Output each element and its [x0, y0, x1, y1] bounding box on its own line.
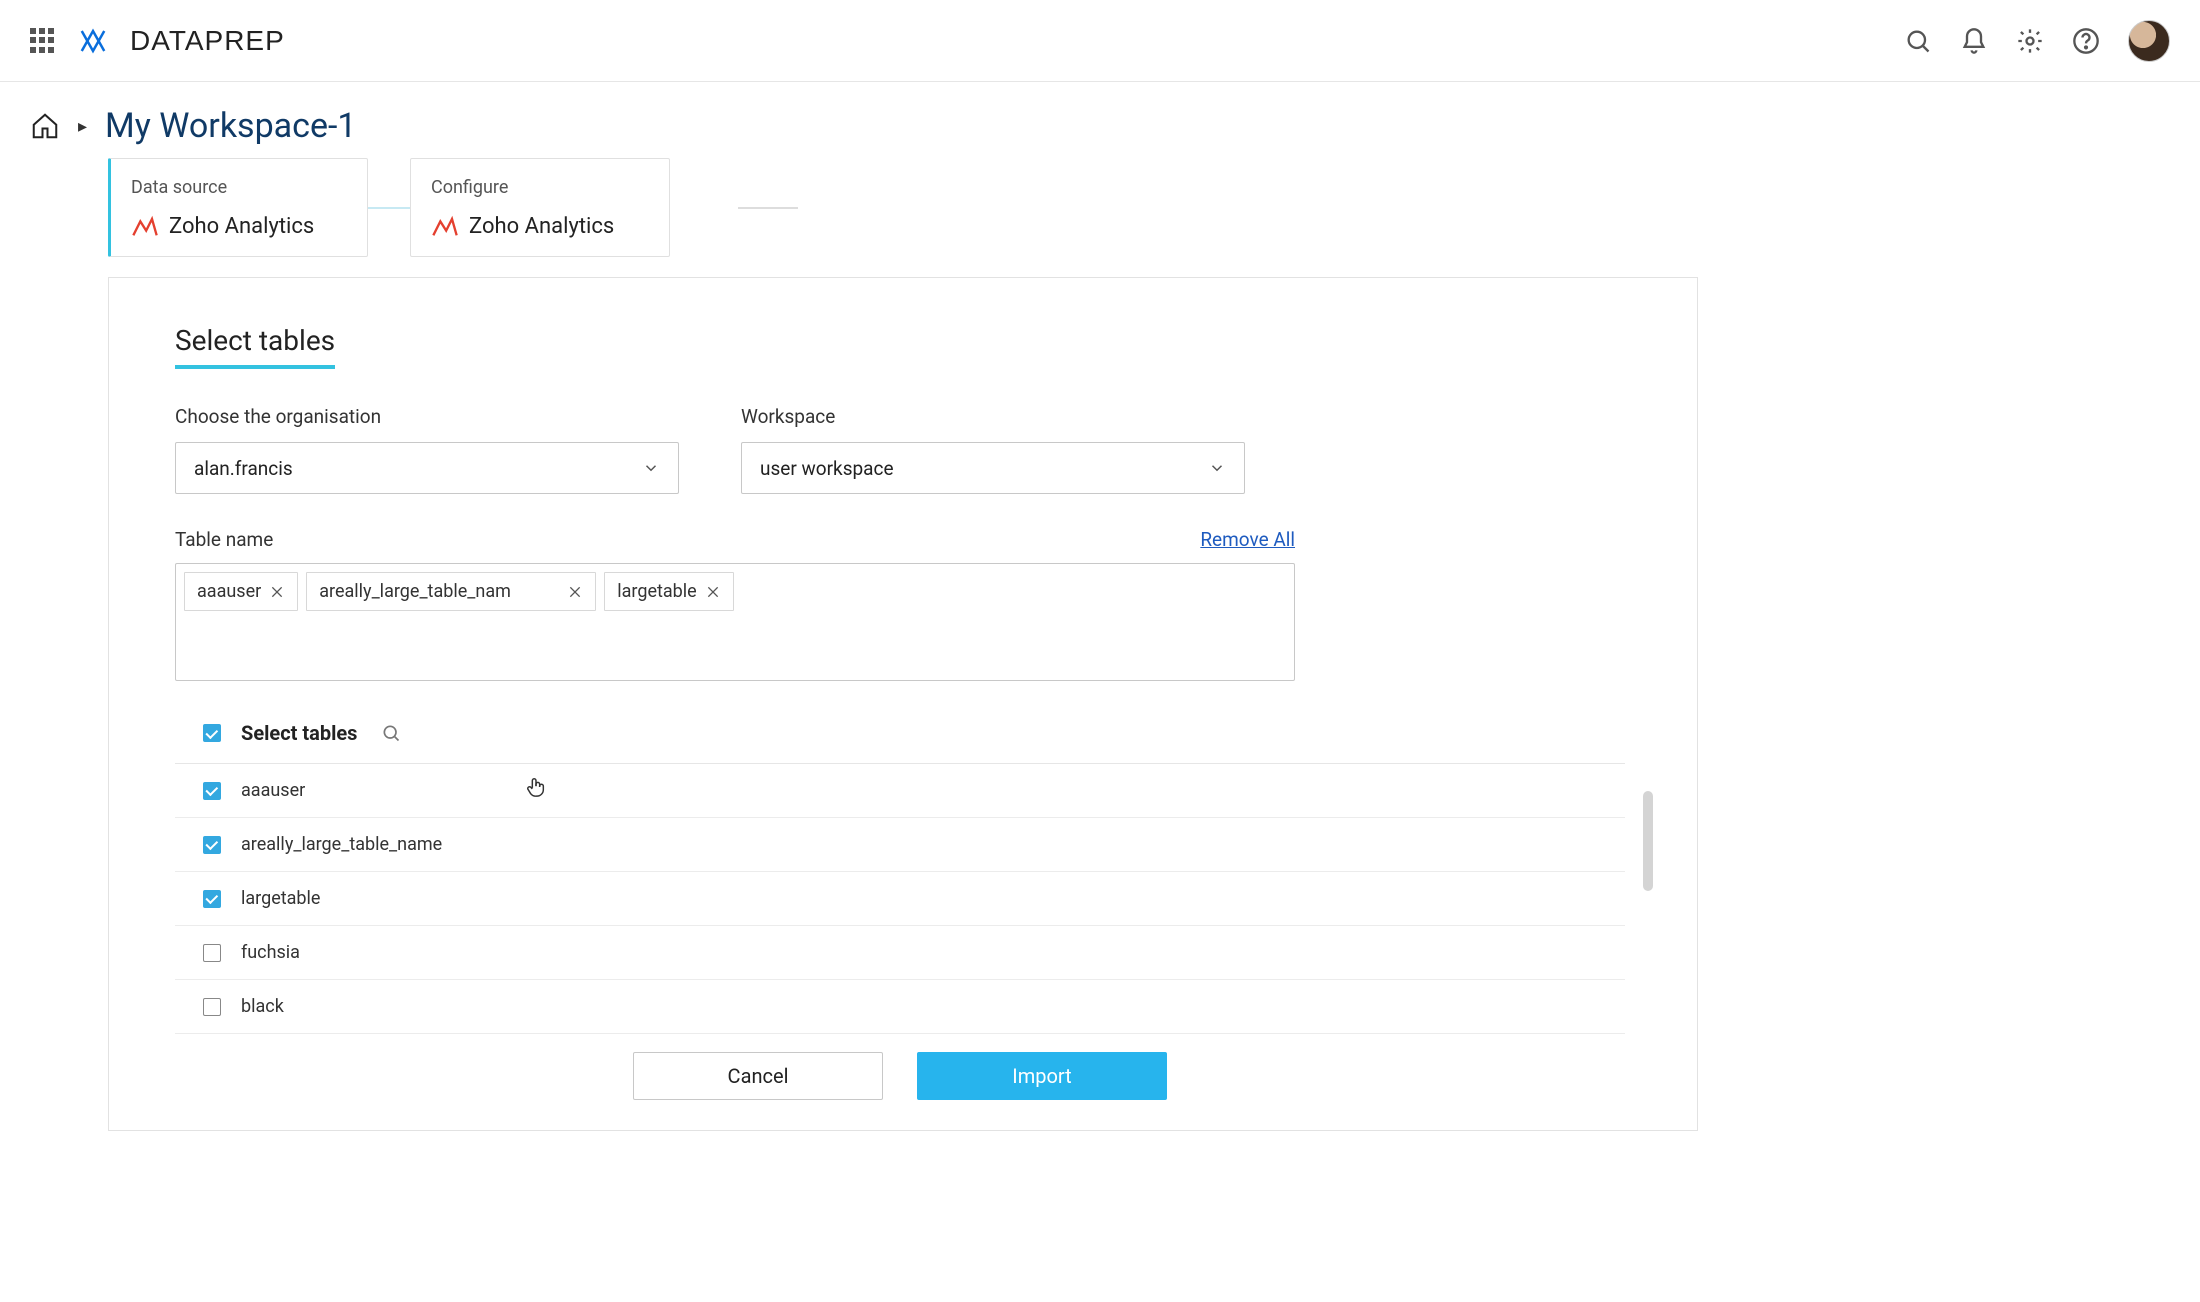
cancel-button[interactable]: Cancel [633, 1052, 883, 1100]
step-title: Configure [431, 177, 649, 198]
tag-areally-large-table-nam[interactable]: areally_large_table_nam [306, 572, 596, 611]
row-name: aaauser [241, 780, 305, 801]
table-row[interactable]: largetable [175, 872, 1625, 926]
table-row[interactable]: aaauser [175, 764, 1625, 818]
select-all-checkbox[interactable] [203, 724, 221, 742]
tag-label: aaauser [197, 581, 261, 602]
row-checkbox[interactable] [203, 944, 221, 962]
table-row[interactable]: black [175, 980, 1625, 1034]
table-row[interactable]: areally_large_table_name [175, 818, 1625, 872]
workspace-label: Workspace [741, 405, 1245, 428]
zoho-analytics-icon [431, 212, 459, 240]
close-icon[interactable] [705, 584, 721, 600]
row-name: fuchsia [241, 942, 300, 963]
workspace-value: user workspace [760, 457, 894, 480]
org-select[interactable]: alan.francis [175, 442, 679, 494]
row-checkbox[interactable] [203, 890, 221, 908]
remove-all-link[interactable]: Remove All [1200, 528, 1295, 551]
import-button[interactable]: Import [917, 1052, 1167, 1100]
scrollbar-thumb[interactable] [1643, 791, 1653, 891]
row-checkbox[interactable] [203, 836, 221, 854]
step-source-name: Zoho Analytics [469, 214, 614, 239]
scrollbar[interactable] [1643, 791, 1653, 1031]
org-label: Choose the organisation [175, 405, 679, 428]
close-icon[interactable] [269, 584, 285, 600]
breadcrumb-title[interactable]: My Workspace-1 [105, 106, 356, 146]
step-connector [368, 207, 410, 209]
tag-label: largetable [617, 581, 696, 602]
chevron-right-icon: ▸ [78, 116, 87, 137]
tag-aaauser[interactable]: aaauser [184, 572, 298, 611]
table-name-label: Table name [175, 528, 273, 551]
step-source-name: Zoho Analytics [169, 214, 314, 239]
search-icon[interactable] [1904, 27, 1932, 55]
brand-name: DATAPREP [130, 25, 285, 57]
close-icon[interactable] [567, 584, 583, 600]
tag-largetable[interactable]: largetable [604, 572, 733, 611]
step-title: Data source [131, 177, 347, 198]
help-icon[interactable] [2072, 27, 2100, 55]
apps-grid-icon[interactable] [30, 28, 56, 54]
zoho-analytics-icon [131, 212, 159, 240]
table-name-input[interactable]: aaauser areally_large_table_nam largetab… [175, 563, 1295, 681]
row-checkbox[interactable] [203, 782, 221, 800]
product-logo-icon [78, 26, 108, 56]
row-checkbox[interactable] [203, 998, 221, 1016]
step-data-source[interactable]: Data source Zoho Analytics [108, 158, 368, 257]
config-panel: Select tables Choose the organisation al… [108, 277, 1698, 1131]
bell-icon[interactable] [1960, 27, 1988, 55]
row-name: black [241, 996, 284, 1017]
cursor-hand-icon [525, 776, 547, 798]
step-configure[interactable]: Configure Zoho Analytics [410, 158, 670, 257]
workspace-select[interactable]: user workspace [741, 442, 1245, 494]
tag-label: areally_large_table_nam [319, 581, 511, 602]
row-name: areally_large_table_name [241, 834, 442, 855]
row-name: largetable [241, 888, 320, 909]
gear-icon[interactable] [2016, 27, 2044, 55]
step-trail [738, 207, 798, 209]
panel-title: Select tables [175, 324, 335, 369]
table-row[interactable]: fuchsia [175, 926, 1625, 980]
search-icon[interactable] [381, 723, 401, 743]
tables-list: Select tables aaauser areally_large_tabl… [175, 721, 1625, 1100]
tables-list-title: Select tables [241, 721, 357, 745]
chevron-down-icon [642, 459, 660, 477]
org-value: alan.francis [194, 457, 293, 480]
avatar[interactable] [2128, 20, 2170, 62]
home-icon[interactable] [30, 111, 60, 141]
chevron-down-icon [1208, 459, 1226, 477]
